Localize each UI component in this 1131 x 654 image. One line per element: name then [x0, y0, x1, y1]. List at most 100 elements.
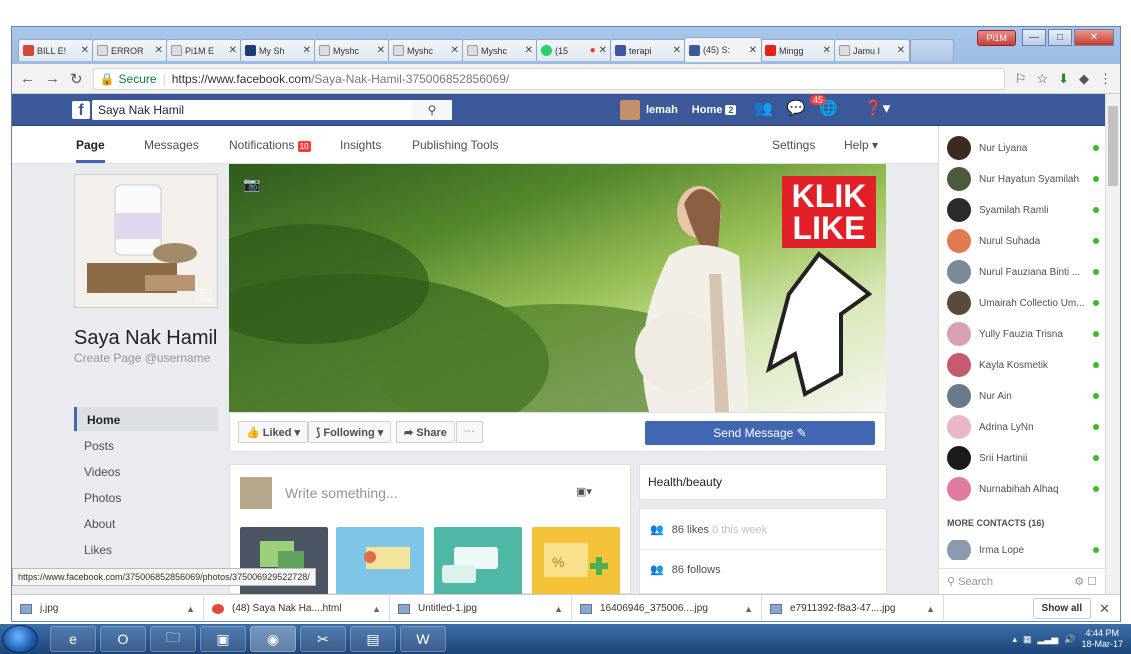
chat-options-icons[interactable]: ⚙ ☐ [1074, 575, 1097, 588]
close-icon[interactable]: ✕ [673, 45, 681, 56]
tab[interactable]: Pi1M E ✕ [166, 39, 242, 61]
left-nav-likes[interactable]: Likes [74, 537, 218, 561]
cover-photo[interactable]: 📷 KLIK LIKE [229, 164, 886, 412]
chat-contact[interactable]: Yully Fauzia Trisna [947, 320, 1099, 348]
profile-picture[interactable]: ◎ [74, 174, 218, 308]
back-icon[interactable]: ← [20, 70, 35, 87]
chat-contact[interactable]: Nur Ain [947, 382, 1099, 410]
close-icon[interactable]: ✕ [81, 45, 89, 56]
word-icon[interactable]: W [400, 626, 446, 652]
download-item[interactable]: 16406946_375006....jpg ▲ [572, 594, 762, 621]
volume-icon[interactable]: 🔊 [1064, 634, 1075, 645]
chevron-up-icon[interactable]: ▲ [926, 604, 935, 614]
tab-insights[interactable]: Insights [340, 138, 381, 152]
new-tab-button[interactable] [910, 39, 954, 61]
chat-contact[interactable]: Adrina LyNn [947, 413, 1099, 441]
tab[interactable]: Myshc ✕ [462, 39, 538, 61]
chat-contact[interactable]: Nurul Fauziana Binti ... [947, 258, 1099, 286]
chevron-up-icon[interactable]: ▲ [554, 604, 563, 614]
scrollbar-thumb[interactable] [1108, 106, 1118, 186]
tab-active[interactable]: (45) S: ✕ [684, 37, 762, 62]
chat-contact[interactable]: Umairah Collectio Um... [947, 289, 1099, 317]
audience-selector[interactable]: ▣▾ [576, 485, 592, 498]
outlook-icon[interactable]: O [100, 626, 146, 652]
paint-icon[interactable]: ▣ [200, 626, 246, 652]
download-item[interactable]: Untitled-1.jpg ▲ [390, 594, 572, 621]
tab[interactable]: Myshc ✕ [388, 39, 464, 61]
tab[interactable]: My Sh ✕ [240, 39, 316, 61]
chevron-up-icon[interactable]: ▲ [186, 604, 195, 614]
left-nav-about[interactable]: About [74, 511, 218, 535]
minimize-button[interactable]: — [1022, 29, 1046, 46]
start-button[interactable] [2, 625, 38, 653]
search-icon[interactable]: ⚲ [412, 100, 452, 120]
star-icon[interactable]: ☆ [1036, 71, 1048, 87]
write-something-input[interactable]: Write something... [285, 485, 398, 501]
download-item[interactable]: e7911392-f8a3-47....jpg ▲ [762, 594, 944, 621]
tab[interactable]: Jamu I ✕ [834, 39, 910, 61]
offer-tile[interactable] [434, 527, 522, 595]
camera-icon[interactable]: 📷 [243, 176, 260, 193]
snipping-icon[interactable]: ✂ [300, 626, 346, 652]
clock[interactable]: 4:44 PM 18-Mar-17 [1081, 628, 1123, 650]
extension-icon[interactable]: ◆ [1079, 71, 1089, 87]
close-icon[interactable]: ✕ [303, 45, 311, 56]
chat-search-input[interactable]: ⚲ Search ⚙ ☐ [939, 568, 1105, 594]
close-icon[interactable]: ✕ [525, 45, 533, 56]
settings-link[interactable]: Settings [772, 138, 815, 152]
promo-tile[interactable]: % [532, 527, 620, 595]
event-tile[interactable] [336, 527, 424, 595]
left-nav-photos[interactable]: Photos [74, 485, 218, 509]
close-download-bar-icon[interactable]: ✕ [1099, 601, 1110, 617]
facebook-search-input[interactable]: Saya Nak Hamil ⚲ [92, 100, 452, 120]
tab-notifications[interactable]: Notifications 10 [229, 138, 311, 152]
close-icon[interactable]: ✕ [749, 45, 757, 56]
close-icon[interactable]: ✕ [229, 45, 237, 56]
friends-icon[interactable]: 👥 [754, 99, 773, 117]
page-category[interactable]: Health/beauty [639, 464, 887, 500]
menu-icon[interactable]: ⋮ [1099, 71, 1112, 87]
chevron-up-icon[interactable]: ▲ [744, 604, 753, 614]
network-icon[interactable]: ▦ [1023, 634, 1032, 645]
close-icon[interactable]: ✕ [155, 45, 163, 56]
tab[interactable]: ERROR ✕ [92, 39, 168, 61]
close-window-button[interactable]: ✕ [1074, 29, 1114, 46]
download-extension-icon[interactable]: ⬇ [1058, 71, 1069, 87]
avatar[interactable] [620, 100, 640, 120]
following-button[interactable]: ⟆ Following ▾ [308, 421, 392, 443]
messenger-icon[interactable]: 💬 [787, 99, 806, 117]
translate-icon[interactable]: ⚐ [1015, 71, 1027, 87]
chat-contact[interactable]: Nur Hayatun Syamilah [947, 165, 1099, 193]
sticky-notes-icon[interactable]: ▤ [350, 626, 396, 652]
reload-icon[interactable]: ↻ [70, 70, 83, 88]
show-all-button[interactable]: Show all [1032, 598, 1092, 619]
close-icon[interactable]: ✕ [897, 45, 905, 56]
share-button[interactable]: ➦ Share [396, 421, 455, 443]
create-username-link[interactable]: Create Page @username [74, 351, 210, 365]
chat-contact[interactable]: Kayla Kosmetik [947, 351, 1099, 379]
url-field[interactable]: 🔒 Secure | https://www.facebook.com/Saya… [92, 67, 1005, 90]
close-icon[interactable]: ✕ [451, 45, 459, 56]
chat-contact[interactable]: Syamilah Ramli [947, 196, 1099, 224]
home-link[interactable]: Home 2 [692, 104, 737, 116]
left-nav-posts[interactable]: Posts [74, 433, 218, 457]
chat-contact[interactable]: Nur Liyana [947, 134, 1099, 162]
tab[interactable]: (15 ● ✕ [536, 39, 612, 61]
maximize-button[interactable]: □ [1048, 29, 1072, 46]
left-nav-videos[interactable]: Videos [74, 459, 218, 483]
help-icon[interactable]: ❓▾ [864, 99, 890, 117]
more-options-button[interactable]: ··· [456, 421, 483, 443]
user-name[interactable]: lemah [646, 104, 678, 116]
ie-icon[interactable]: e [50, 626, 96, 652]
tab-page[interactable]: Page [76, 138, 105, 163]
help-link[interactable]: Help ▾ [844, 138, 878, 152]
camera-icon[interactable]: ◎ [195, 289, 211, 301]
chat-contact[interactable]: Nurnabihah Alhaq [947, 475, 1099, 503]
tab-publishing-tools[interactable]: Publishing Tools [412, 138, 499, 152]
tab-messages[interactable]: Messages [144, 138, 199, 152]
send-message-button[interactable]: Send Message ✎ [645, 421, 875, 445]
scrollbar[interactable] [1105, 94, 1120, 594]
chat-contact[interactable]: Irma Lope [947, 540, 1099, 560]
download-item[interactable]: (48) Saya Nak Ha....html ▲ [204, 594, 390, 621]
close-icon[interactable]: ✕ [377, 45, 385, 56]
